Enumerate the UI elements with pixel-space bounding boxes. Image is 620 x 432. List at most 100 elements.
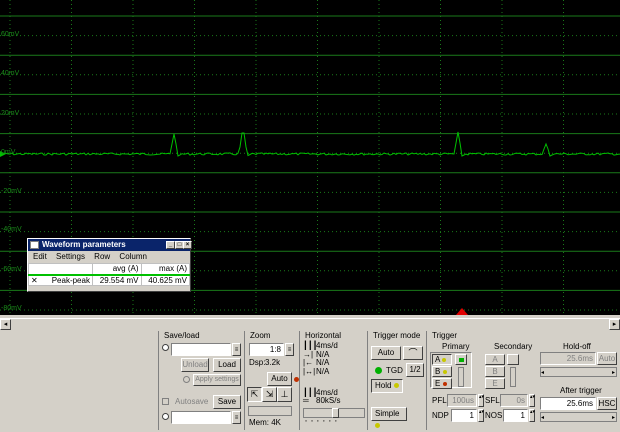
sfl-spin-icon[interactable]: ▴▾ xyxy=(529,394,535,407)
y-label-0mv: 0mV xyxy=(1,149,16,156)
max-value: 40.625 mV xyxy=(140,274,190,286)
holdoff-slider[interactable]: ◂ ▸ xyxy=(540,367,617,377)
trigger-position-marker-icon[interactable] xyxy=(456,308,468,315)
primary-a-label: A xyxy=(435,355,440,364)
simple-button[interactable]: Simple xyxy=(371,407,407,429)
after-trigger-slider[interactable]: ◂ ▸ xyxy=(540,412,617,422)
half-button[interactable]: 1/2 xyxy=(406,363,424,377)
secondary-slope-icon[interactable] xyxy=(507,354,519,365)
window-menubar: Edit Settings Row Column xyxy=(28,251,190,263)
primary-channel-e-button[interactable]: E xyxy=(432,378,452,389)
pfl-spin-icon[interactable]: ▴▾ xyxy=(478,394,484,407)
holdoff-auto-button[interactable]: Auto xyxy=(597,352,617,365)
saveload-radio-1[interactable] xyxy=(162,344,169,351)
saveload-radio-2[interactable] xyxy=(162,413,169,420)
marker-span-value: N/A xyxy=(316,367,330,376)
holdoff-right-icon[interactable]: ▸ xyxy=(612,368,615,378)
menu-edit[interactable]: Edit xyxy=(33,252,47,261)
after-right-icon[interactable]: ▸ xyxy=(612,413,615,423)
horizontal-slider[interactable] xyxy=(303,408,365,418)
holdoff-field[interactable]: 25.6ms xyxy=(540,352,596,365)
y-label-20mv: 20mV xyxy=(1,110,20,117)
simple-label: Simple xyxy=(375,409,400,418)
nos-label: NOS xyxy=(485,411,503,420)
scroll-left-icon[interactable]: ◂ xyxy=(0,319,11,330)
secondary-channel-b-button[interactable]: B xyxy=(485,366,505,377)
y-label-minus80mv: -80mV xyxy=(1,305,22,312)
y-label-minus20mv: -20mV xyxy=(1,188,22,195)
column-header-max[interactable]: max (A) xyxy=(140,263,190,276)
load-button[interactable]: Load xyxy=(213,358,241,372)
holdoff-left-icon[interactable]: ◂ xyxy=(541,368,544,378)
autosave-label: Autosave xyxy=(175,397,209,406)
row-name: Peak-peak xyxy=(51,275,90,285)
oscilloscope-display[interactable]: 60mV 40mV 20mV 0mV -20mV -40mV -60mV -80… xyxy=(0,0,620,315)
primary-e-label: E xyxy=(435,379,441,388)
primary-channel-b-button[interactable]: B xyxy=(432,366,452,377)
zoom-cursor-tool-icon[interactable]: ⇱ xyxy=(247,387,262,402)
primary-level-slider[interactable] xyxy=(458,367,464,387)
y-label-minus60mv: -60mV xyxy=(1,266,22,273)
browse-load-button[interactable]: ≡ xyxy=(232,343,241,356)
horizontal-scrollbar[interactable]: ◂ ▸ xyxy=(0,318,620,330)
trigger-auto-button[interactable]: Auto xyxy=(371,346,401,360)
browse-save-button[interactable]: ≡ xyxy=(232,411,241,424)
saveload-group: Save/load ≡ Unload Load Apply settings A… xyxy=(158,331,242,430)
nos-spin-icon[interactable]: ▴▾ xyxy=(529,409,535,422)
zoom-value-field[interactable]: 1:8 xyxy=(249,343,284,356)
hold-button[interactable]: Hold xyxy=(371,379,403,393)
ndp-spin-icon[interactable]: ▴▾ xyxy=(478,409,484,422)
scroll-right-icon[interactable]: ▸ xyxy=(609,319,620,330)
holdoff-label: Hold-off xyxy=(563,342,591,351)
load-file-field[interactable] xyxy=(171,343,231,356)
apply-settings-radio[interactable] xyxy=(183,376,190,383)
hsc-button[interactable]: HSC xyxy=(597,397,617,410)
menu-settings[interactable]: Settings xyxy=(56,252,85,261)
zoom-marker-tool-icon[interactable]: ⊥ xyxy=(277,387,292,402)
sfl-field[interactable]: 0s xyxy=(500,394,528,407)
marker-span-icon: |↔| xyxy=(303,367,316,376)
menu-column[interactable]: Column xyxy=(119,252,147,261)
minimize-icon[interactable]: _ xyxy=(166,241,175,249)
delete-row-icon[interactable]: ✕ xyxy=(31,276,38,285)
unload-button[interactable]: Unload xyxy=(181,358,209,372)
apply-settings-button[interactable]: Apply settings xyxy=(193,374,241,386)
primary-slope-icon[interactable] xyxy=(455,354,467,365)
menu-row[interactable]: Row xyxy=(94,252,110,261)
table-row[interactable]: ✕ Peak-peak 29.554 mV 40.625 mV xyxy=(28,274,190,286)
horizontal-group: Horizontal ┃┃┃ 4ms/d →| N/A |← N/A |↔| N… xyxy=(299,331,367,430)
dsp-value: 3.2k xyxy=(265,358,281,367)
secondary-channel-a-button[interactable]: A xyxy=(485,354,505,365)
row-name-cell: ✕ Peak-peak xyxy=(28,274,93,286)
ndp-field[interactable]: 1 xyxy=(451,409,477,422)
waveform-parameters-window[interactable]: Waveform parameters _ □ × Edit Settings … xyxy=(27,238,192,292)
secondary-level-slider[interactable] xyxy=(510,367,516,387)
horizontal-slider-thumb[interactable] xyxy=(332,408,339,418)
after-left-icon[interactable]: ◂ xyxy=(541,413,544,423)
memory-label: Mem: 4K xyxy=(249,418,282,427)
save-button[interactable]: Save xyxy=(213,395,241,409)
zoom-title: Zoom xyxy=(250,331,271,340)
close-icon[interactable]: × xyxy=(183,241,192,249)
nos-field[interactable]: 1 xyxy=(503,409,528,422)
dsp-label: Dsp: xyxy=(249,358,266,367)
y-label-60mv: 60mV xyxy=(1,31,20,38)
horizontal-slider-ticks: ' ' ' ' ' ' xyxy=(303,419,337,428)
column-header-avg[interactable]: avg (A) xyxy=(92,263,142,276)
pfl-field[interactable]: 100us xyxy=(447,394,477,407)
window-titlebar[interactable]: Waveform parameters _ □ × xyxy=(28,239,192,251)
zoom-auto-button[interactable]: Auto xyxy=(267,372,292,386)
trigger-waveform-icon[interactable]: ⌒ xyxy=(403,346,423,360)
secondary-label: Secondary xyxy=(494,342,533,351)
autosave-checkbox[interactable] xyxy=(162,398,169,405)
save-file-field[interactable] xyxy=(171,411,231,424)
primary-channel-a-button[interactable]: A xyxy=(432,354,452,365)
zoom-menu-button[interactable]: ≡ xyxy=(285,343,294,356)
secondary-channel-e-button[interactable]: E xyxy=(485,378,505,389)
window-title: Waveform parameters xyxy=(42,240,126,249)
zoom-in-tool-icon[interactable]: ⇲ xyxy=(262,387,277,402)
sample-rate-value: 80kS/s xyxy=(316,396,341,405)
primary-a-led xyxy=(442,357,447,362)
after-trigger-field[interactable]: 25.6ms xyxy=(540,397,596,410)
zoom-slider[interactable] xyxy=(248,406,292,416)
